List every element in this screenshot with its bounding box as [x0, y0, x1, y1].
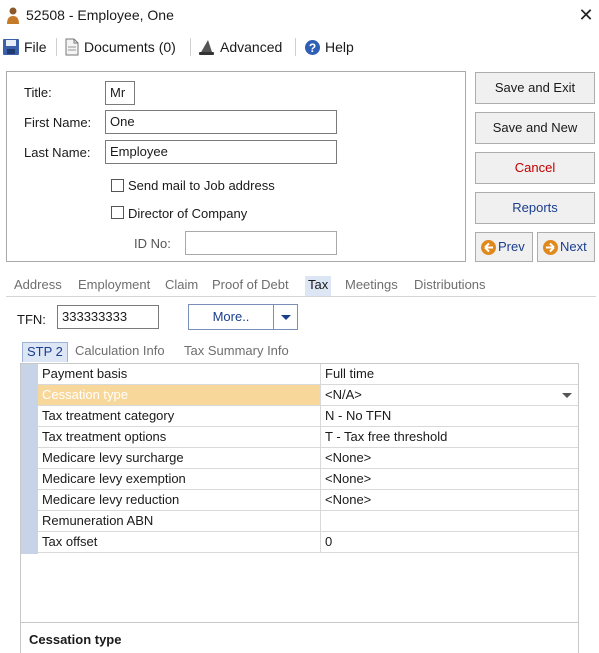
- menu-advanced[interactable]: Advanced: [198, 34, 282, 60]
- employee-details-panel: Title: Mr First Name: One Last Name: Emp…: [6, 71, 466, 262]
- reports-button[interactable]: Reports: [475, 192, 595, 224]
- menu-bar: File Documents (0) Advanced ? Help: [0, 34, 599, 60]
- document-icon: [65, 38, 79, 56]
- menu-file-label: File: [24, 39, 47, 55]
- property-name: Cessation type: [42, 387, 128, 402]
- tab-distributions[interactable]: Distributions: [414, 276, 486, 296]
- property-value[interactable]: 0: [320, 532, 578, 552]
- more-dropdown-arrow[interactable]: [273, 305, 297, 329]
- property-value[interactable]: N - No TFN: [320, 406, 578, 426]
- chevron-down-icon: [281, 315, 291, 320]
- menu-file[interactable]: File: [2, 34, 47, 60]
- more-label: More..: [212, 309, 250, 324]
- menu-help[interactable]: ? Help: [304, 34, 354, 60]
- cancel-button[interactable]: Cancel: [475, 152, 595, 184]
- id-no-field[interactable]: [185, 231, 337, 255]
- director-label: Director of Company: [128, 206, 248, 221]
- property-row[interactable]: Remuneration ABN: [38, 511, 578, 532]
- property-value[interactable]: <None>: [320, 469, 578, 489]
- property-name: Tax offset: [42, 534, 98, 549]
- prev-button[interactable]: Prev: [475, 232, 533, 262]
- tab-claim[interactable]: Claim: [165, 276, 198, 296]
- property-value[interactable]: Full time: [320, 364, 578, 384]
- menu-advanced-label: Advanced: [220, 39, 283, 55]
- last-name-label: Last Name:: [24, 145, 91, 160]
- property-name: Tax treatment category: [42, 408, 175, 423]
- title-bar: 52508 - Employee, One ✕: [0, 0, 599, 32]
- last-name-field[interactable]: Employee: [105, 140, 337, 164]
- send-mail-label: Send mail to Job address: [128, 178, 275, 193]
- wizard-hat-icon: [199, 40, 214, 55]
- property-row[interactable]: Tax treatment category N - No TFN: [38, 406, 578, 427]
- window-title: 52508 - Employee, One: [26, 7, 174, 23]
- save-and-new-button[interactable]: Save and New: [475, 112, 595, 144]
- property-value[interactable]: T - Tax free threshold: [320, 427, 578, 447]
- tab-employment[interactable]: Employment: [78, 276, 150, 296]
- description-divider: [21, 622, 578, 623]
- subtab-stp2[interactable]: STP 2: [22, 342, 68, 362]
- property-name: Medicare levy reduction: [42, 492, 180, 507]
- property-description-title: Cessation type: [29, 632, 122, 647]
- property-grid: Payment basis Full time Cessation type <…: [20, 363, 579, 653]
- first-name-field[interactable]: One: [105, 110, 337, 134]
- svg-text:?: ?: [309, 41, 316, 55]
- title-field[interactable]: Mr: [105, 81, 135, 105]
- property-value[interactable]: <None>: [320, 448, 578, 468]
- tab-tax[interactable]: Tax: [305, 276, 332, 296]
- prev-arrow-icon: [481, 240, 496, 255]
- save-disk-icon: [3, 39, 19, 55]
- save-and-exit-button[interactable]: Save and Exit: [475, 72, 595, 104]
- property-row[interactable]: Medicare levy surcharge <None>: [38, 448, 578, 469]
- property-name: Remuneration ABN: [42, 513, 154, 528]
- tab-meetings[interactable]: Meetings: [345, 276, 398, 296]
- subtab-tax-summary-info[interactable]: Tax Summary Info: [184, 342, 289, 362]
- next-button[interactable]: Next: [537, 232, 595, 262]
- property-row[interactable]: Tax treatment options T - Tax free thres…: [38, 427, 578, 448]
- property-value: <N/A>: [325, 387, 362, 402]
- close-button[interactable]: ✕: [575, 4, 597, 26]
- menu-divider: [56, 38, 57, 56]
- tab-divider: [6, 296, 596, 297]
- menu-divider: [295, 38, 296, 56]
- help-icon: ?: [305, 39, 320, 55]
- property-name: Medicare levy surcharge: [42, 450, 184, 465]
- tab-address[interactable]: Address: [14, 276, 62, 296]
- property-row[interactable]: Medicare levy reduction <None>: [38, 490, 578, 511]
- id-no-label: ID No:: [134, 236, 171, 251]
- prev-label: Prev: [498, 239, 525, 254]
- property-grid-margin: [21, 364, 38, 554]
- menu-documents-label: Documents (0): [84, 39, 176, 55]
- property-value[interactable]: [320, 511, 578, 531]
- property-row-selected[interactable]: Cessation type <N/A>: [38, 385, 578, 406]
- app-person-icon: [7, 7, 19, 24]
- menu-documents[interactable]: Documents (0): [64, 34, 176, 60]
- tfn-label: TFN:: [17, 312, 46, 327]
- dropdown-arrow-icon[interactable]: [562, 393, 572, 398]
- tab-proof-of-debt[interactable]: Proof of Debt: [212, 276, 289, 296]
- property-value-dropdown[interactable]: <N/A>: [320, 385, 578, 405]
- title-label: Title:: [24, 85, 52, 100]
- property-name: Medicare levy exemption: [42, 471, 186, 486]
- property-name: Tax treatment options: [42, 429, 167, 444]
- property-row[interactable]: Medicare levy exemption <None>: [38, 469, 578, 490]
- property-name: Payment basis: [42, 366, 128, 381]
- property-row[interactable]: Tax offset 0: [38, 532, 578, 553]
- property-row[interactable]: Payment basis Full time: [38, 364, 578, 385]
- menu-divider: [190, 38, 191, 56]
- first-name-label: First Name:: [24, 115, 92, 130]
- subtab-calculation-info[interactable]: Calculation Info: [75, 342, 165, 362]
- property-value[interactable]: <None>: [320, 490, 578, 510]
- director-checkbox[interactable]: [111, 206, 124, 219]
- next-arrow-icon: [543, 240, 558, 255]
- more-dropdown-button[interactable]: More..: [188, 304, 298, 330]
- tfn-field[interactable]: 333333333: [57, 305, 159, 329]
- menu-help-label: Help: [325, 39, 354, 55]
- send-mail-checkbox[interactable]: [111, 179, 124, 192]
- next-label: Next: [560, 239, 587, 254]
